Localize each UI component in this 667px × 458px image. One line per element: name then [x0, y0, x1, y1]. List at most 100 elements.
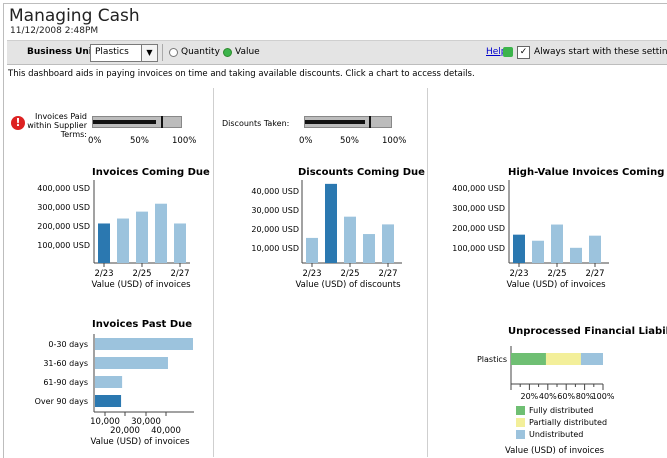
legend-swatch-undistributed	[516, 430, 525, 439]
business-unit-select[interactable]: Plastics ▼	[90, 44, 158, 62]
chevron-down-icon[interactable]: ▼	[141, 45, 157, 61]
discounts-coming-due-bar	[344, 216, 356, 263]
unprocessed-liability-chart[interactable]: Plastics20% 40% 60% 80%100%	[428, 340, 667, 400]
high-value-invoices-bar	[551, 224, 563, 263]
discounts-coming-due-bar	[325, 183, 337, 263]
invoices-coming-due-xtick-label: 2/25	[132, 269, 151, 279]
business-unit-label: Business Unit	[27, 47, 97, 57]
legend-undistributed: Undistributed	[529, 430, 584, 439]
unprocessed-liability-xtick-label: 20%	[521, 392, 539, 400]
invoices-coming-due-bar	[117, 218, 129, 263]
invoices-past-due-xtick-label: 20,000	[110, 426, 140, 436]
high-value-invoices-xlabel: Value (USD) of invoices	[506, 280, 606, 290]
discounts-coming-due-xlabel: Value (USD) of discounts	[295, 280, 401, 290]
quantity-radio-label[interactable]: Quantity	[181, 47, 220, 57]
business-unit-value: Plastics	[95, 47, 129, 57]
invoices-paid-gauge[interactable]	[92, 116, 182, 128]
invoices-coming-due-xtick-label: 2/23	[94, 269, 113, 279]
invoices-past-due-title: Invoices Past Due	[92, 319, 193, 330]
invoices-coming-due-ytick-label: 400,000 USD	[37, 184, 90, 193]
discounts-coming-due-ytick-label: 40,000 USD	[251, 187, 299, 196]
intro-text: This dashboard aids in paying invoices o…	[8, 69, 475, 79]
invoices-coming-due-bar	[136, 211, 148, 263]
always-start-label[interactable]: Always start with these settings	[534, 47, 667, 57]
high-value-invoices-xtick-label: 2/27	[585, 269, 604, 279]
unprocessed-liability-xlabel: Value (USD) of invoices	[505, 446, 605, 456]
alert-icon[interactable]: !	[11, 116, 25, 130]
invoices-paid-fill	[93, 120, 157, 124]
toolbar-divider	[162, 44, 163, 61]
invoices-past-due-xtick-label: 40,000	[151, 426, 181, 436]
high-value-invoices-xtick-label: 2/25	[547, 269, 566, 279]
discounts-coming-due-bar	[306, 237, 318, 263]
gauge2-tick-50: 50%	[340, 136, 359, 146]
discounts-coming-due-xtick-label: 2/27	[378, 269, 397, 279]
invoices-coming-due-chart[interactable]: 400,000 USD 300,000 USD 200,000 USD 100,000…	[0, 178, 213, 290]
discounts-coming-due-ytick-label: 10,000 USD	[251, 244, 299, 253]
high-value-invoices-ytick-label: 300,000 USD	[452, 204, 505, 213]
invoices-coming-due-xlabel: Value (USD) of invoices	[91, 280, 191, 290]
gauge1-tick-0: 0%	[88, 136, 102, 146]
unprocessed-liability-xtick-label: 100%	[592, 392, 615, 400]
gauge1-tick-50: 50%	[130, 136, 149, 146]
unprocessed-liability-category-label: Plastics	[477, 355, 507, 364]
invoices-coming-due-bar	[155, 203, 167, 263]
gauge2-tick-100: 100%	[382, 136, 407, 146]
high-value-invoices-bar	[570, 247, 582, 263]
legend-fully-distributed: Fully distributed	[529, 406, 594, 415]
high-value-invoices-ytick-label: 200,000 USD	[452, 224, 505, 233]
invoices-past-due-category-label: 0-30 days	[48, 340, 88, 349]
invoices-paid-label-line-3: Terms:	[60, 130, 87, 139]
discounts-taken-fill	[305, 120, 366, 124]
unprocessed-liability-title: Unprocessed Financial Liability	[508, 326, 667, 337]
high-value-invoices-bar	[513, 234, 525, 263]
invoices-past-due-bar	[95, 376, 123, 388]
invoices-past-due-category-label: 31-60 days	[43, 359, 88, 368]
discounts-coming-due-xtick-label: 2/25	[340, 269, 359, 279]
high-value-invoices-xtick-label: 2/23	[509, 269, 528, 279]
high-value-invoices-bar	[532, 240, 544, 263]
invoices-coming-due-ytick-label: 300,000 USD	[37, 203, 90, 212]
invoices-past-due-category-label: Over 90 days	[35, 397, 88, 406]
discounts-coming-due-chart[interactable]: 40,000 USD 30,000 USD 20,000 USD 10,000 USD…	[214, 178, 427, 290]
invoices-coming-due-bar	[98, 223, 110, 263]
invoices-past-due-xlabel: Value (USD) of invoices	[90, 437, 190, 447]
discounts-coming-due-ytick-label: 20,000 USD	[251, 225, 299, 234]
gauge1-tick-100: 100%	[172, 136, 197, 146]
invoices-coming-due-ytick-label: 100,000 USD	[37, 241, 90, 250]
invoices-paid-label-line-2: within Supplier	[27, 121, 87, 130]
high-value-invoices-ytick-label: 400,000 USD	[452, 184, 505, 193]
high-value-invoices-chart[interactable]: 400,000 USD 300,000 USD 200,000 USD 100,000…	[428, 178, 667, 290]
discounts-taken-label: Discounts Taken:	[222, 119, 290, 128]
discounts-coming-due-ytick-label: 30,000 USD	[251, 206, 299, 215]
discounts-coming-due-bar	[382, 224, 394, 263]
quantity-radio[interactable]	[169, 48, 178, 57]
value-radio-label[interactable]: Value	[235, 47, 260, 57]
unprocessed-liability-xtick-label: 60%	[557, 392, 575, 400]
legend-swatch-partially	[516, 418, 525, 427]
invoices-past-due-chart[interactable]: 0-30 days 31-60 days 61-90 days Over 90 day…	[0, 330, 213, 457]
legend-partially-distributed: Partially distributed	[529, 418, 608, 427]
help-icon[interactable]	[503, 47, 513, 57]
invoices-past-due-bar	[95, 357, 168, 369]
unprocessed-liability-segment	[545, 353, 581, 365]
unprocessed-liability-xtick-label: 40%	[539, 392, 557, 400]
invoices-coming-due-title: Invoices Coming Due	[92, 167, 210, 178]
high-value-invoices-title: High-Value Invoices Coming Due	[508, 167, 667, 178]
unprocessed-liability-segment	[511, 353, 546, 365]
timestamp: 11/12/2008 2:48PM	[10, 26, 99, 36]
page-title: Managing Cash	[9, 6, 140, 26]
discounts-coming-due-title: Discounts Coming Due	[298, 167, 425, 178]
always-start-checkbox[interactable]: ✓	[517, 46, 530, 59]
invoices-paid-target-marker	[160, 116, 163, 128]
discounts-coming-due-bar	[363, 234, 375, 263]
invoices-paid-label: Invoices Paid within Supplier Terms:	[24, 112, 87, 139]
toolbar: Business Unit Plastics ▼ Quantity Value …	[7, 40, 667, 65]
discounts-taken-gauge[interactable]	[304, 116, 392, 128]
high-value-invoices-ytick-label: 100,000 USD	[452, 244, 505, 253]
value-radio[interactable]	[223, 48, 232, 57]
invoices-coming-due-ytick-label: 200,000 USD	[37, 222, 90, 231]
discounts-taken-target-marker	[368, 116, 371, 128]
unprocessed-liability-segment	[580, 353, 603, 365]
invoices-past-due-bar	[95, 395, 122, 407]
